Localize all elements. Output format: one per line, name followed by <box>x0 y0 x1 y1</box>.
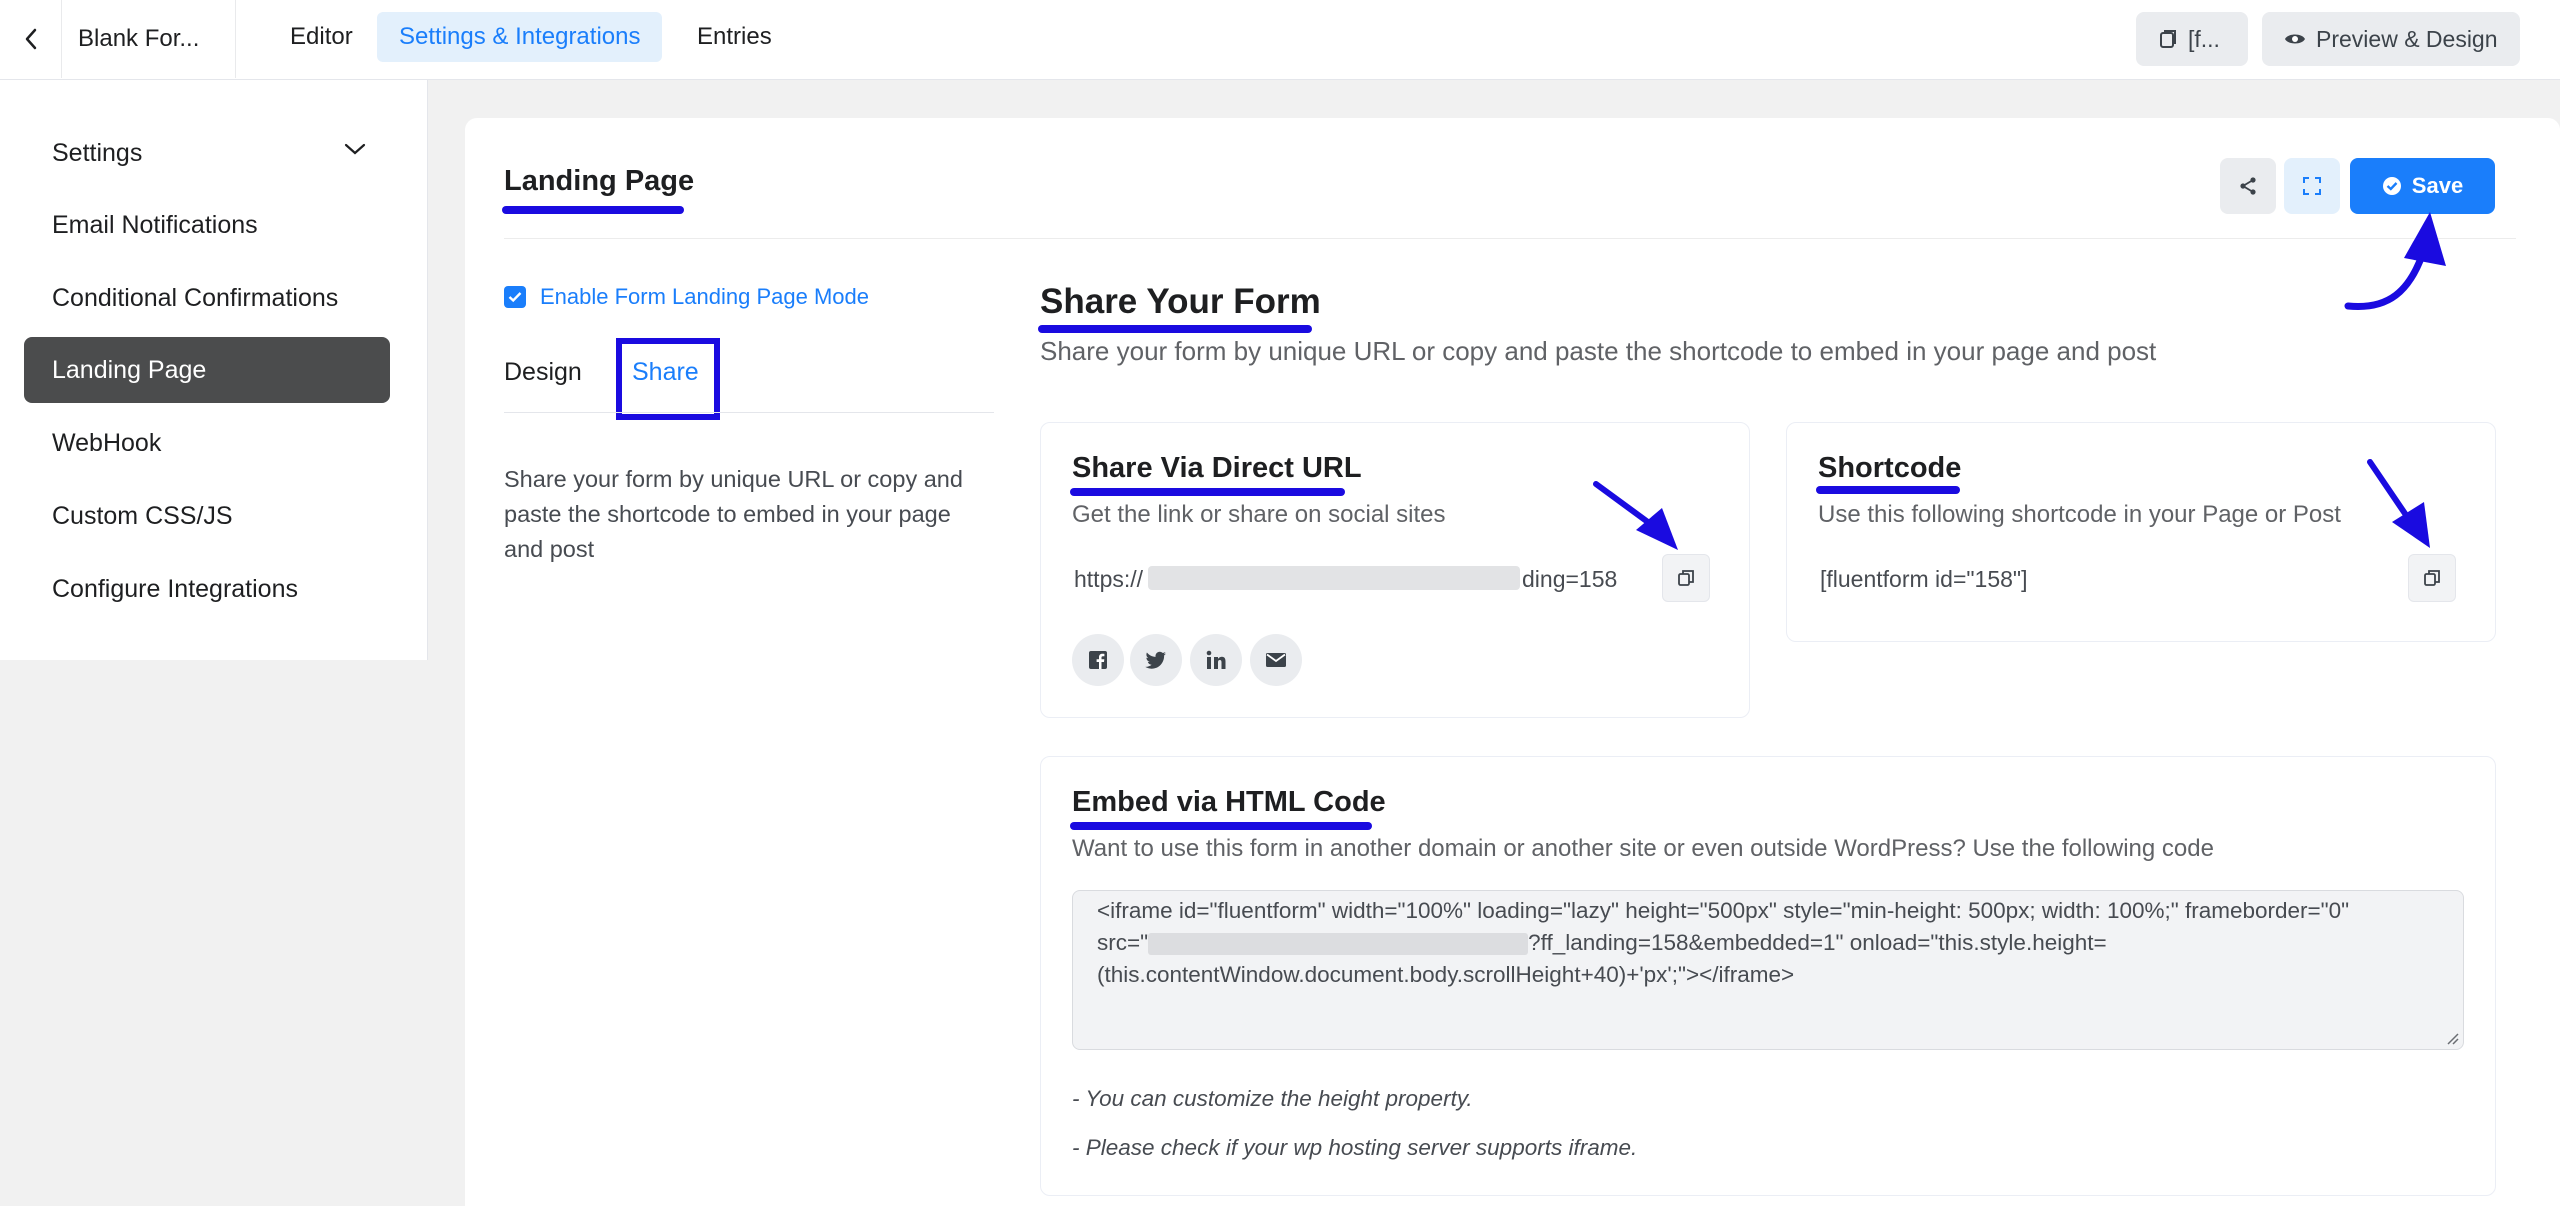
code-line-3: (this.contentWindow.document.body.scroll… <box>1097 962 1795 987</box>
sidebar-item-label: Custom CSS/JS <box>52 501 233 530</box>
enable-label: Enable Form Landing Page Mode <box>540 284 869 309</box>
tab-editor[interactable]: Editor <box>268 12 375 62</box>
sidebar-item-custom-css-js[interactable]: Custom CSS/JS <box>24 483 390 549</box>
sidebar-item-conditional-confirmations[interactable]: Conditional Confirmations <box>24 265 390 331</box>
share-linkedin-button[interactable] <box>1190 634 1242 686</box>
expand-icon <box>2303 177 2321 195</box>
code-src-suffix: ?ff_landing=158&embedded=1" onload="this… <box>1528 930 2107 955</box>
preview-design-button[interactable]: Preview & Design <box>2262 12 2520 66</box>
direct-url-prefix: https:// <box>1074 566 1144 592</box>
twitter-icon <box>1145 651 1166 669</box>
tab-design[interactable]: Design <box>504 358 582 387</box>
shortcode-title: Shortcode <box>1818 452 1962 484</box>
annotation-underline <box>1816 486 1960 494</box>
sidebar-item-webhook[interactable]: WebHook <box>24 410 390 476</box>
resize-handle-icon[interactable] <box>2445 1031 2459 1045</box>
redacted-url <box>1148 566 1520 590</box>
check-circle-icon <box>2382 177 2401 195</box>
preview-button-label: Preview & Design <box>2316 25 2498 52</box>
settings-sidebar: Settings Email Notifications Conditional… <box>0 80 428 660</box>
share-icon <box>2240 177 2256 195</box>
page-title: Landing Page <box>504 165 695 197</box>
chevron-left-icon <box>25 28 36 50</box>
sidebar-item-label: Configure Integrations <box>52 574 298 603</box>
email-icon <box>1266 653 1286 667</box>
chevron-down-icon <box>344 143 366 155</box>
share-button[interactable] <box>2220 158 2276 214</box>
code-line-2: src=" ?ff_landing=158&embedded=1" onload=… <box>1097 927 2439 959</box>
annotation-arrow <box>1593 481 1678 550</box>
annotation-arrow <box>2344 212 2446 311</box>
direct-url-suffix: ding=158 <box>1522 566 1618 592</box>
share-description: Share your form by unique URL or copy an… <box>504 466 963 562</box>
enable-landing-page-checkbox[interactable]: Enable Form Landing Page Mode <box>504 284 869 310</box>
embed-subtitle: Want to use this form in another domain … <box>1072 835 2214 862</box>
top-bar: Blank For... Editor Settings & Integrati… <box>0 0 2560 80</box>
shortcode-value: [fluentform id="158"] <box>1820 566 2028 592</box>
linkedin-icon <box>1206 650 1226 669</box>
annotation-underline <box>502 206 684 214</box>
sidebar-item-configure-integrations[interactable]: Configure Integrations <box>24 556 390 622</box>
sidebar-item-email-notifications[interactable]: Email Notifications <box>24 192 390 258</box>
sidebar-item-label: WebHook <box>52 428 162 457</box>
copy-icon <box>1678 570 1694 586</box>
embed-note-height: - You can customize the height property. <box>1072 1086 1473 1111</box>
shortcode-copy-button[interactable]: [f... <box>2136 12 2248 66</box>
sidebar-item-label: Settings <box>52 138 143 167</box>
sub-tab-divider <box>504 412 994 413</box>
share-your-form-title: Share Your Form <box>1040 282 1321 321</box>
tab-settings-integrations[interactable]: Settings & Integrations <box>377 12 663 62</box>
save-label: Save <box>2411 173 2464 198</box>
annotation-underline <box>1038 325 1312 333</box>
shortcode-button-label: [f... <box>2188 25 2220 52</box>
embed-note-iframe: - Please check if your wp hosting server… <box>1072 1135 1638 1160</box>
back-button[interactable] <box>0 0 62 78</box>
annotation-underline <box>1070 488 1345 496</box>
fullscreen-button[interactable] <box>2284 158 2340 214</box>
annotation-arrow <box>2367 459 2430 548</box>
form-title[interactable]: Blank For... <box>62 0 236 78</box>
embed-title: Embed via HTML Code <box>1072 786 1386 818</box>
facebook-icon <box>1089 651 1107 669</box>
annotation-underline <box>1070 822 1372 830</box>
sidebar-item-label: Email Notifications <box>52 210 258 239</box>
direct-url-subtitle: Get the link or share on social sites <box>1072 501 1446 528</box>
embed-code-textarea[interactable]: <iframe id="fluentform" width="100%" loa… <box>1072 890 2464 1050</box>
copy-icon <box>2424 570 2440 586</box>
redacted-src <box>1148 933 1529 956</box>
tab-entries[interactable]: Entries <box>675 12 794 62</box>
title-divider <box>504 238 2516 239</box>
checkbox-checked-icon <box>504 286 526 308</box>
sidebar-item-label: Landing Page <box>52 355 207 384</box>
copy-shortcode-button[interactable] <box>2408 554 2456 602</box>
annotation-box <box>616 338 720 420</box>
share-email-button[interactable] <box>1250 634 1302 686</box>
share-your-form-subtitle: Share your form by unique URL or copy an… <box>1040 336 2157 366</box>
document-icon <box>2160 30 2176 48</box>
shortcode-subtitle: Use this following shortcode in your Pag… <box>1818 501 2341 528</box>
sidebar-item-settings[interactable]: Settings <box>24 120 390 186</box>
copy-url-button[interactable] <box>1662 554 1710 602</box>
direct-url-title: Share Via Direct URL <box>1072 452 1362 484</box>
share-facebook-button[interactable] <box>1072 634 1124 686</box>
code-line-1: <iframe id="fluentform" width="100%" loa… <box>1097 898 2350 923</box>
sidebar-item-label: Conditional Confirmations <box>52 283 339 312</box>
share-twitter-button[interactable] <box>1130 634 1182 686</box>
eye-icon <box>2285 34 2305 44</box>
code-src-prefix: src=" <box>1097 930 1149 955</box>
sidebar-item-landing-page[interactable]: Landing Page <box>24 337 390 403</box>
